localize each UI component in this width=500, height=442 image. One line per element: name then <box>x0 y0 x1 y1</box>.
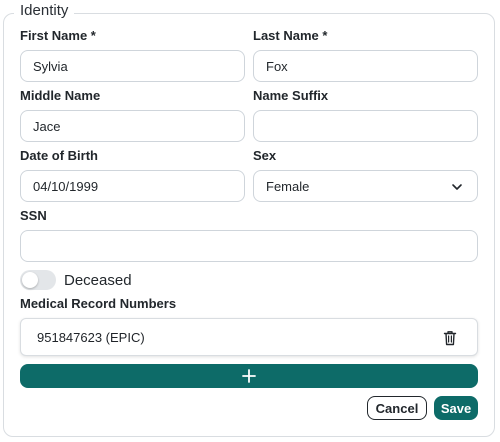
ssn-label: SSN <box>20 208 47 223</box>
dob-label: Date of Birth <box>20 148 98 163</box>
ssn-field[interactable] <box>20 230 478 262</box>
dob-value: 04/10/1999 <box>33 178 99 194</box>
middle-name-field[interactable]: Jace <box>20 110 245 142</box>
section-title: Identity <box>14 2 75 20</box>
cancel-button[interactable]: Cancel <box>367 396 427 420</box>
add-mrn-button[interactable] <box>20 364 478 388</box>
mrn-item: 951847623 (EPIC) <box>20 318 478 356</box>
trash-icon[interactable] <box>443 330 457 346</box>
last-name-field[interactable]: Fox <box>253 50 478 82</box>
mrn-label: Medical Record Numbers <box>20 296 177 311</box>
mrn-item-text: 951847623 (EPIC) <box>37 329 145 345</box>
sex-value: Female <box>266 178 310 194</box>
plus-icon <box>242 369 256 383</box>
first-name-label: First Name * <box>20 28 96 43</box>
sex-label: Sex <box>253 148 277 163</box>
first-name-value: Sylvia <box>33 58 68 74</box>
first-name-field[interactable]: Sylvia <box>20 50 245 82</box>
sex-select[interactable]: Female <box>253 170 478 202</box>
middle-name-label: Middle Name <box>20 88 101 103</box>
toggle-knob <box>22 272 38 288</box>
middle-name-value: Jace <box>33 118 61 134</box>
dob-field[interactable]: 04/10/1999 <box>20 170 245 202</box>
save-button[interactable]: Save <box>434 396 478 420</box>
last-name-label: Last Name * <box>253 28 328 43</box>
deceased-label: Deceased <box>64 271 132 289</box>
last-name-value: Fox <box>266 58 288 74</box>
name-suffix-field[interactable] <box>253 110 478 142</box>
name-suffix-label: Name Suffix <box>253 88 329 103</box>
deceased-toggle[interactable] <box>20 270 56 290</box>
deceased-row: Deceased <box>20 270 132 290</box>
chevron-down-icon <box>452 184 462 190</box>
